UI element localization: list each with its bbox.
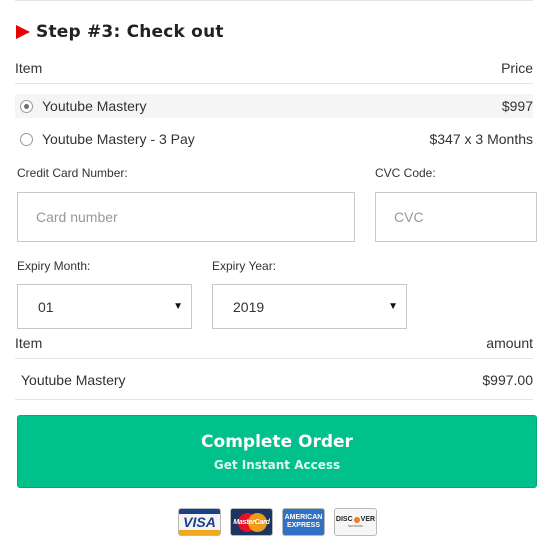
divider <box>15 358 533 359</box>
cvc-input[interactable] <box>375 192 537 242</box>
accepted-cards: VISA MasterCard AMERICAN EXPRESS DISC VER… <box>178 508 377 536</box>
expiry-year-select[interactable]: 2019 ▼ <box>212 284 407 329</box>
option-name: Youtube Mastery <box>42 98 147 114</box>
visa-card-icon: VISA <box>178 508 221 536</box>
step-title: Step #3: Check out <box>36 22 224 42</box>
top-divider <box>15 0 533 1</box>
product-option-3-pay[interactable]: Youtube Mastery - 3 Pay $347 x 3 Months <box>15 127 533 151</box>
complete-order-button[interactable]: Complete Order Get Instant Access <box>17 415 537 488</box>
play-arrow-icon <box>16 25 30 39</box>
summary-amount-header: amount <box>486 335 533 351</box>
items-table-header: Item Price <box>15 56 533 80</box>
divider <box>15 399 533 400</box>
expiry-year-value: 2019 <box>233 298 265 315</box>
card-number-label: Credit Card Number: <box>17 166 128 180</box>
summary-row: Youtube Mastery $997.00 <box>15 369 533 391</box>
option-price: $347 x 3 Months <box>429 131 533 147</box>
american-express-icon: AMERICAN EXPRESS <box>282 508 325 536</box>
product-option-full-pay[interactable]: Youtube Mastery $997 <box>15 94 533 118</box>
summary-header: Item amount <box>15 332 533 354</box>
divider <box>15 83 533 84</box>
complete-order-sublabel: Get Instant Access <box>213 457 341 472</box>
complete-order-label: Complete Order <box>201 431 353 452</box>
radio-button-3-pay[interactable] <box>20 132 33 146</box>
card-number-input[interactable] <box>17 192 355 242</box>
mastercard-icon: MasterCard <box>230 508 273 536</box>
step-heading: Step #3: Check out <box>16 20 224 44</box>
cvc-label: CVC Code: <box>375 166 436 180</box>
summary-item-name: Youtube Mastery <box>21 372 126 388</box>
summary-amount: $997.00 <box>482 372 533 388</box>
price-column-header: Price <box>501 60 533 76</box>
expiry-month-select[interactable]: 01 ▼ <box>17 284 192 329</box>
option-price: $997 <box>501 98 533 114</box>
summary-item-header: Item <box>15 335 43 351</box>
discover-card-icon: DISC VER NETWORK <box>334 508 377 536</box>
expiry-month-label: Expiry Month: <box>17 259 91 273</box>
option-name: Youtube Mastery - 3 Pay <box>42 131 195 147</box>
expiry-month-value: 01 <box>38 298 54 315</box>
radio-button-full-pay[interactable] <box>20 99 33 113</box>
item-column-header: Item <box>15 60 43 76</box>
expiry-year-label: Expiry Year: <box>212 259 277 273</box>
caret-down-icon: ▼ <box>173 301 183 312</box>
caret-down-icon: ▼ <box>388 301 398 312</box>
